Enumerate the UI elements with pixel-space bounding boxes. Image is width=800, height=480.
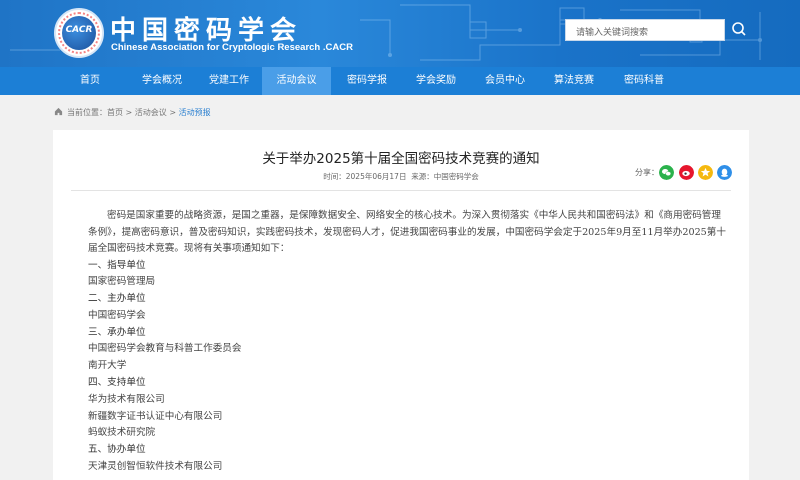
nav-activities[interactable]: 活动会议 [262,67,331,95]
publish-date: 2025年06月17日 [345,172,407,181]
section-line: 国家密码管理局 [88,276,156,288]
section-line: 新疆数字证书认证中心有限公司 [88,410,223,422]
breadcrumb-separator: > [123,108,135,117]
nav-home[interactable]: 首页 [67,67,113,95]
share-label: 分享： [635,168,659,177]
breadcrumb-prefix: 当前位置： [67,108,107,117]
search-input[interactable]: 请输入关键词搜索 [565,19,725,41]
breadcrumb: 当前位置：首页 > 活动会议 > 活动预报 [54,107,211,118]
nav-journal[interactable]: 密码学报 [337,67,397,95]
nav-party-work[interactable]: 党建工作 [199,67,259,95]
search-icon [732,22,746,36]
qzone-icon[interactable] [698,165,713,180]
breadcrumb-activities[interactable]: 活动会议 [135,108,167,117]
site-logo[interactable]: CACR [54,8,104,58]
section-heading: 一、指导单位 [88,259,146,271]
section-heading: 三、承办单位 [88,326,146,338]
section-line: 中国密码学会 [88,309,146,321]
section-line: 华为技术有限公司 [88,393,165,405]
article-source: 中国密码学会 [433,172,479,181]
nav-about[interactable]: 学会概况 [132,67,192,95]
nav-awards[interactable]: 学会奖励 [406,67,466,95]
article-title: 关于举办2025第十届全国密码技术竞赛的通知 [262,151,540,167]
breadcrumb-home[interactable]: 首页 [107,108,123,117]
time-label: 时间： [323,172,346,181]
section-heading: 四、支持单位 [88,377,146,389]
section-line: 中国密码学会教育与科普工作委员会 [88,343,242,355]
title-divider [71,190,731,191]
nav-members[interactable]: 会员中心 [475,67,535,95]
breadcrumb-current[interactable]: 活动预报 [179,108,211,117]
section-line: 蚂蚁技术研究院 [88,427,156,439]
article-card: 关于举办2025第十届全国密码技术竞赛的通知 时间：2025年06月17日 来源… [53,130,749,480]
section-heading: 五、协办单位 [88,444,146,456]
search-button[interactable] [727,16,751,42]
section-line: 天津灵创智恒软件技术有限公司 [88,461,223,473]
site-title-en: Chinese Association for Cryptologic Rese… [111,42,353,53]
section-line: 南开大学 [88,360,127,372]
wechat-icon[interactable] [659,165,674,180]
section-heading: 二、主办单位 [88,293,146,305]
source-label: 来源： [411,172,434,181]
site-header: CACR 中国密码学会 Chinese Association for Cryp… [0,0,800,67]
breadcrumb-separator: > [166,108,179,117]
nav-popular-science[interactable]: 密码科普 [614,67,674,95]
weibo-icon[interactable] [679,165,694,180]
main-nav: 首页 学会概况 党建工作 活动会议 密码学报 学会奖励 会员中心 算法竞赛 密码… [0,67,800,95]
article-intro: 密码是国家重要的战略资源，是国之重器，是保障数据安全、网络安全的核心技术。为深入… [88,210,726,254]
logo-text: CACR [65,25,93,35]
qq-icon[interactable] [717,165,732,180]
home-icon [54,107,63,116]
article-body: 密码是国家重要的战略资源，是国之重器，是保障数据安全、网络安全的核心技术。为深入… [88,208,728,476]
nav-algorithm-contest[interactable]: 算法竞赛 [544,67,604,95]
